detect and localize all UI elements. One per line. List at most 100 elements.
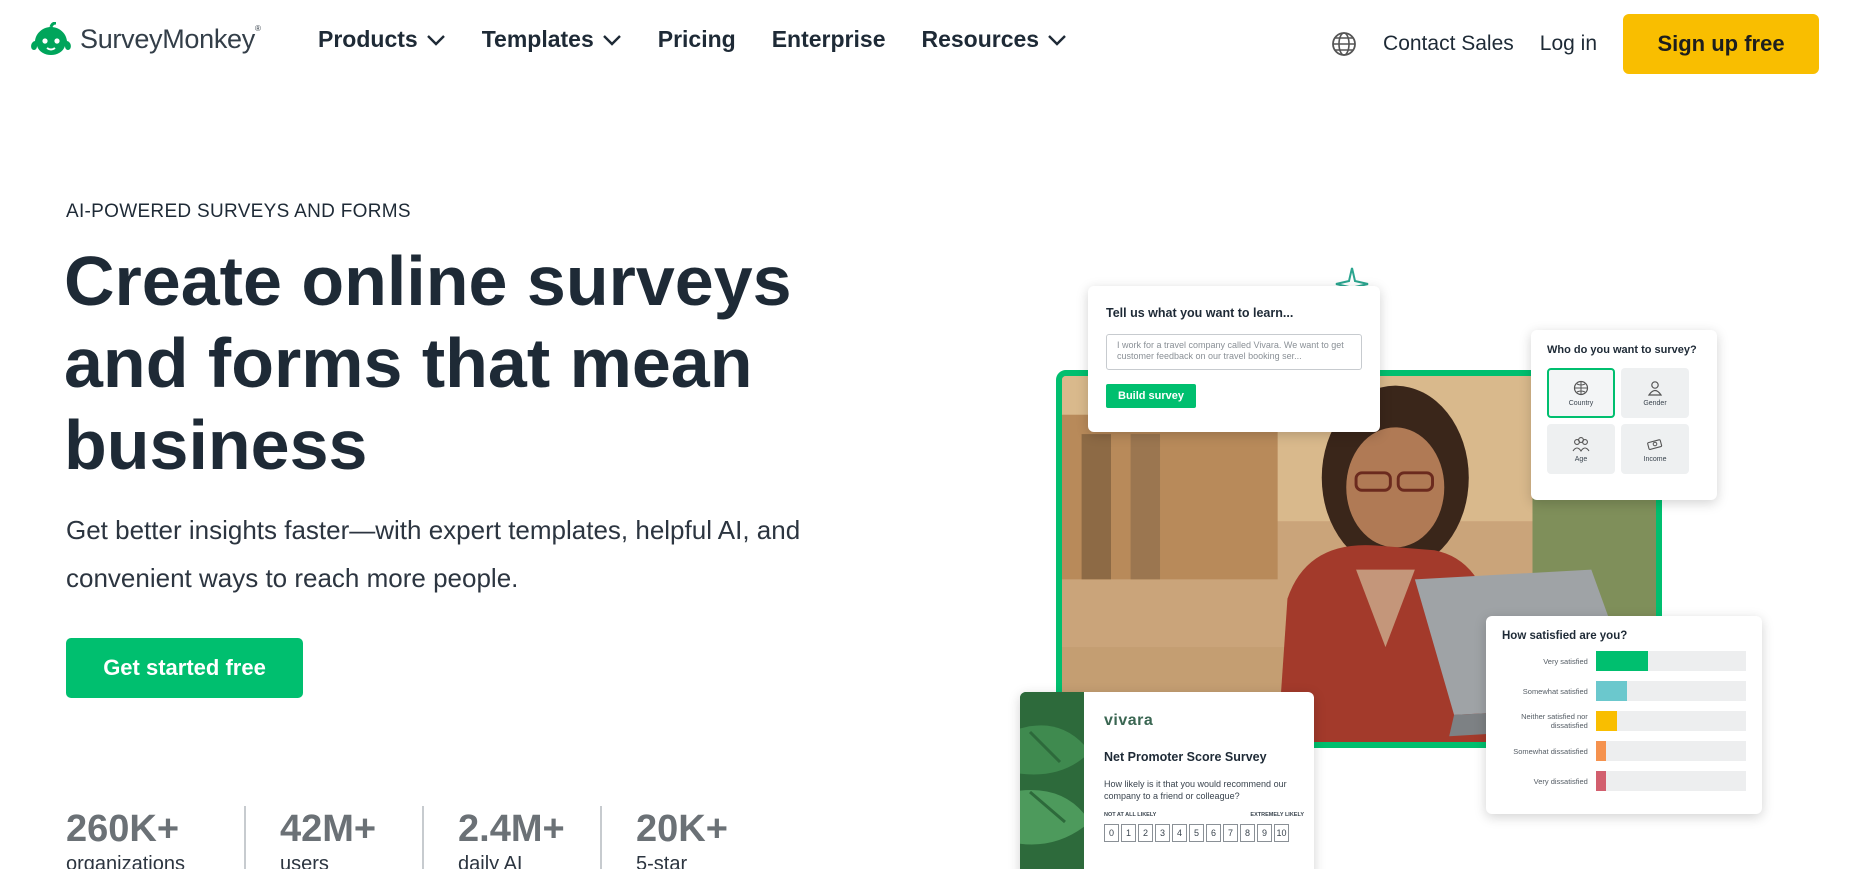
nps-option: 0 [1104, 824, 1119, 842]
audience-card-title: Who do you want to survey? [1547, 344, 1697, 356]
hero-subtext: Get better insights faster—with expert t… [66, 506, 886, 602]
nps-option: 10 [1274, 824, 1289, 842]
audience-option-label: Gender [1643, 399, 1667, 407]
audience-option-label: Age [1574, 455, 1588, 463]
chevron-down-icon [426, 34, 445, 46]
hero-headline: Create online surveys and forms that mea… [64, 240, 884, 486]
satisfaction-bars: Very satisfied Somewhat satisfied Neither … [1502, 650, 1746, 792]
nps-scale-labels: NOT AT ALL LIKELY EXTREMELY LIKELY [1104, 812, 1304, 818]
nav-pricing[interactable]: Pricing [658, 26, 736, 53]
person-icon [1647, 380, 1663, 396]
satisfaction-bar [1595, 741, 1607, 761]
audience-option-label: Country [1568, 399, 1594, 407]
nps-scale: 0 1 2 3 4 5 6 7 8 9 10 [1104, 824, 1304, 842]
get-started-button[interactable]: Get started free [66, 638, 303, 698]
monstera-leaf-image [1020, 692, 1084, 869]
stat-label: 5-star [636, 853, 688, 869]
headline-line: Create online surveys [64, 242, 792, 320]
satisfaction-row: Neither satisfied nor dissatisfied [1502, 710, 1746, 732]
stat-item: 42M+ users [244, 806, 422, 869]
hero-eyebrow: AI-POWERED SURVEYS AND FORMS [66, 201, 411, 222]
prompt-card-title: Tell us what you want to learn... [1106, 306, 1294, 320]
nps-survey-card: vivara Net Promoter Score Survey How lik… [1020, 692, 1314, 869]
signup-button[interactable]: Sign up free [1623, 14, 1819, 74]
satisfaction-track [1595, 771, 1746, 791]
satisfaction-track [1595, 741, 1746, 761]
nav-enterprise-label: Enterprise [771, 26, 886, 52]
nav-templates-label: Templates [481, 26, 594, 52]
surveymonkey-logo[interactable]: SurveyMonkey® [28, 22, 261, 56]
top-navigation: SurveyMonkey® Products Templates Pricing… [0, 0, 1852, 88]
build-survey-button: Build survey [1106, 384, 1197, 408]
stat-number: 260K+ [66, 808, 180, 850]
stat-number: 2.4M+ [458, 808, 565, 850]
vivara-logo: vivara [1104, 712, 1154, 729]
globe-icon [1573, 380, 1589, 395]
prompt-card: Tell us what you want to learn... I work… [1088, 286, 1380, 432]
nps-option: 8 [1240, 824, 1255, 842]
nav-products-label: Products [318, 26, 418, 52]
chevron-down-icon [1048, 34, 1066, 46]
leaf-image [1020, 692, 1084, 869]
main-menu: Products Templates Pricing Enterprise Re… [318, 26, 1103, 53]
satisfaction-card: How satisfied are you? Very satisfied Som… [1486, 616, 1762, 814]
satisfaction-row-label: Neither satisfied nor dissatisfied [1521, 712, 1588, 730]
satisfaction-row: Somewhat satisfied [1502, 680, 1746, 702]
satisfaction-bar [1595, 771, 1607, 791]
contact-sales-link[interactable]: Contact Sales [1383, 32, 1514, 56]
satisfaction-row: Somewhat dissatisfied [1502, 740, 1746, 762]
people-icon [1572, 436, 1590, 452]
stat-number: 42M+ [280, 808, 377, 850]
nav-actions: Contact Sales Log in Sign up free [1331, 14, 1819, 74]
satisfaction-track [1595, 711, 1746, 731]
money-icon [1647, 438, 1663, 450]
satisfaction-row-label: Very dissatisfied [1533, 776, 1588, 786]
satisfaction-bar [1595, 711, 1617, 731]
stat-item: 20K+ 5-star [600, 806, 778, 869]
satisfaction-card-title: How satisfied are you? [1502, 630, 1628, 642]
audience-option-country: Country [1547, 368, 1615, 418]
nps-option: 9 [1257, 824, 1272, 842]
nps-question: How likely is it that you would recommen… [1104, 779, 1287, 801]
nav-resources[interactable]: Resources [921, 26, 1067, 53]
nps-low-label: NOT AT ALL LIKELY [1104, 812, 1157, 818]
satisfaction-bar [1595, 651, 1649, 671]
stat-number: 20K+ [636, 808, 728, 850]
satisfaction-row: Very dissatisfied [1502, 770, 1746, 792]
login-link[interactable]: Log in [1540, 32, 1597, 56]
satisfaction-row-label: Very satisfied [1543, 656, 1588, 666]
stats-row: 260K+ organizations 42M+ users 2.4M+ dai… [66, 806, 778, 869]
prompt-input: I work for a travel company called Vivar… [1106, 334, 1362, 370]
stat-label: users [280, 853, 329, 869]
nav-pricing-label: Pricing [657, 26, 736, 52]
audience-card: Who do you want to survey? Country Gende… [1531, 330, 1717, 500]
headline-line: and forms that mean [64, 324, 753, 402]
globe-icon[interactable] [1331, 31, 1357, 57]
chevron-down-icon [602, 34, 621, 46]
nps-survey-body: vivara Net Promoter Score Survey How lik… [1104, 712, 1304, 842]
nav-products[interactable]: Products [318, 26, 446, 53]
satisfaction-bar [1595, 681, 1628, 701]
satisfaction-row: Very satisfied [1502, 650, 1746, 672]
stat-item: 2.4M+ daily AI [422, 806, 600, 869]
audience-option-age: Age [1547, 424, 1615, 474]
nps-option: 3 [1155, 824, 1170, 842]
nav-templates[interactable]: Templates [482, 26, 622, 53]
logo-text: SurveyMonkey® [80, 23, 261, 54]
audience-option-gender: Gender [1621, 368, 1689, 418]
surveymonkey-logo-icon [31, 22, 71, 55]
audience-option-label: Income [1643, 455, 1667, 463]
nps-option: 2 [1138, 824, 1153, 842]
satisfaction-row-label: Somewhat dissatisfied [1513, 746, 1588, 756]
nps-option: 6 [1206, 824, 1221, 842]
headline-line: business [64, 406, 368, 484]
nav-resources-label: Resources [921, 26, 1040, 52]
nps-option: 4 [1172, 824, 1187, 842]
nav-enterprise[interactable]: Enterprise [772, 26, 886, 53]
nps-option: 1 [1121, 824, 1136, 842]
stat-label: organizations [66, 853, 185, 869]
nps-option: 5 [1189, 824, 1204, 842]
satisfaction-row-label: Somewhat satisfied [1522, 686, 1588, 696]
subtext-line: Get better insights faster—with expert t… [66, 515, 801, 545]
nps-title: Net Promoter Score Survey [1104, 750, 1267, 764]
